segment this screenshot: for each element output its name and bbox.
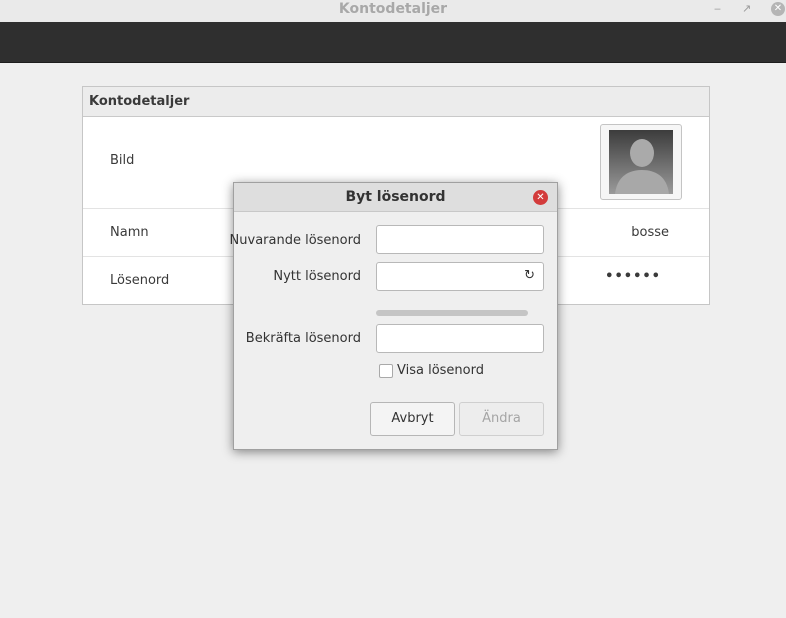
cancel-button[interactable]: Avbryt	[370, 402, 455, 436]
panel-heading: Kontodetaljer	[83, 87, 709, 117]
dialog-titlebar: Byt lösenord ✕	[234, 183, 557, 212]
current-password-label: Nuvarande lösenord	[229, 233, 361, 248]
header-bar	[0, 22, 786, 63]
show-password-toggle[interactable]: Visa lösenord	[379, 363, 484, 378]
name-value: bosse	[631, 225, 669, 240]
window-title: Kontodetaljer	[338, 1, 448, 17]
confirm-password-input[interactable]	[376, 324, 544, 353]
new-password-input[interactable]: ↻	[376, 262, 544, 291]
password-label: Lösenord	[110, 273, 170, 288]
show-password-checkbox[interactable]	[379, 363, 393, 378]
dialog-close-icon[interactable]: ✕	[533, 190, 548, 205]
avatar-button[interactable]	[600, 124, 682, 200]
window-titlebar: Kontodetaljer ‒ ↗ ✕	[0, 0, 786, 22]
dialog-title: Byt lösenord	[345, 189, 446, 205]
picture-label: Bild	[110, 153, 135, 168]
change-password-dialog: Byt lösenord ✕ Nuvarande lösenord Nytt l…	[229, 182, 558, 450]
name-label: Namn	[110, 225, 149, 240]
show-password-label: Visa lösenord	[397, 363, 484, 378]
password-value: ••••••	[605, 269, 661, 284]
change-button[interactable]: Ändra	[459, 402, 544, 436]
current-password-input[interactable]	[376, 225, 544, 254]
confirm-password-label: Bekräfta lösenord	[245, 331, 361, 346]
new-password-label: Nytt lösenord	[273, 269, 361, 284]
close-icon[interactable]: ✕	[771, 2, 785, 16]
password-strength-bar	[376, 310, 528, 316]
maximize-icon[interactable]: ↗	[742, 3, 751, 15]
avatar-icon	[609, 130, 673, 194]
generate-password-icon[interactable]: ↻	[524, 268, 535, 283]
minimize-icon[interactable]: ‒	[714, 3, 721, 15]
